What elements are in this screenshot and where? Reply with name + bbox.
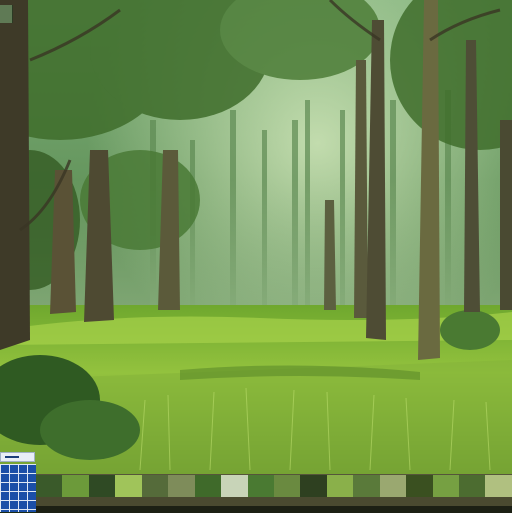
hotbar-slot[interactable] [353,475,380,497]
hotbar-slot[interactable] [194,475,222,497]
hotbar-slot[interactable] [62,475,89,497]
hotbar-base [36,497,512,506]
hotbar-slot[interactable] [141,475,169,497]
hotbar-slot[interactable] [379,475,407,497]
hotbar-slot[interactable] [326,475,354,497]
forest-illustration [0,0,512,512]
hotbar-slot[interactable] [432,475,459,497]
minimap[interactable] [0,452,36,512]
hotbar-slot[interactable] [115,475,142,497]
hotbar-slot[interactable] [221,475,248,497]
hotbar-slot[interactable] [273,475,301,497]
hotbar-slot[interactable] [247,475,274,497]
hotbar-slot[interactable] [406,475,433,497]
hotbar [36,474,512,513]
hotbar-slot[interactable] [485,475,512,497]
hotbar-strip [36,475,512,497]
hotbar-slot[interactable] [36,475,63,497]
forest-scene [0,0,512,512]
hotbar-slot[interactable] [459,475,486,497]
hotbar-slot[interactable] [88,475,116,497]
hotbar-slot[interactable] [300,475,327,497]
corner-indicator [0,5,13,23]
hotbar-slot[interactable] [168,475,195,497]
minimap-header [0,452,35,462]
grid-map-icon [0,464,36,512]
